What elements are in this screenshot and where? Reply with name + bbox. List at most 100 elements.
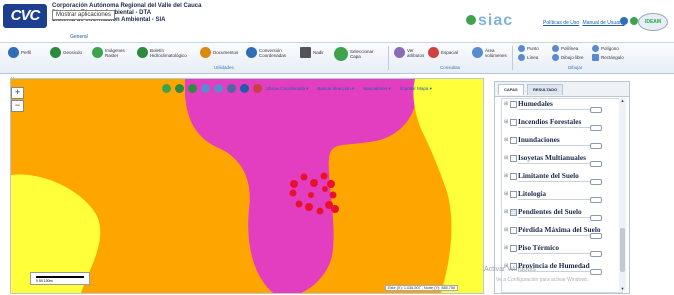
draw-rectangle-button[interactable]: Rectángulo [592, 54, 624, 61]
raster-button[interactable]: Imágenes Raster [92, 47, 125, 58]
draw-polygon-button[interactable]: Polígono [592, 45, 619, 52]
area-volume-button[interactable]: Área volúmenes [472, 47, 511, 58]
layer-checkbox[interactable] [510, 191, 517, 198]
documents-button[interactable]: Documentos [200, 47, 238, 58]
scroll-down-icon[interactable]: ▼ [619, 286, 626, 291]
tab-resultado[interactable]: RESULTADO [527, 84, 564, 95]
opacity-handle[interactable] [590, 197, 602, 203]
attributes-button[interactable]: Ver atributos [394, 47, 425, 58]
scale-bar-line [36, 276, 84, 278]
opacity-handle[interactable] [590, 233, 602, 239]
layer-checkbox[interactable] [510, 101, 517, 108]
ideam-logo[interactable]: IDEAM [638, 13, 668, 31]
expand-icon[interactable]: ⊞ [504, 119, 508, 125]
opacity-handle[interactable] [590, 143, 602, 149]
expand-icon[interactable]: ⊞ [504, 245, 508, 251]
layer-checkbox[interactable] [510, 137, 517, 144]
expand-icon[interactable]: ⊞ [504, 191, 508, 197]
layer-item[interactable]: ⊞ Incendios Forestales [504, 115, 614, 133]
layer-item[interactable]: ⊞ Humedales [504, 99, 614, 115]
profile-button[interactable]: Perfil [8, 47, 31, 58]
draw-polyline-button[interactable]: Polilínea [552, 45, 578, 52]
main-toolbar: Perfil Geosicdo Imágenes Raster Boletín … [0, 43, 674, 74]
opacity-handle[interactable] [590, 269, 602, 275]
expand-icon[interactable]: ⊞ [504, 209, 508, 215]
layer-item[interactable]: ⊞ Inundaciones [504, 133, 614, 151]
user-icon [8, 47, 19, 58]
layers-icon[interactable] [162, 84, 171, 93]
tab-capas[interactable]: CAPAS [498, 84, 524, 95]
coordinates-readout: Este (X): 1.036.507 , Norte (Y): 885.756 [385, 285, 459, 291]
map-viewport[interactable]: + − Ubicar Coordenada ▾ Buscar dirección… [10, 78, 484, 294]
draw-point-button[interactable]: Punto [518, 45, 539, 52]
layer-name: Litología [518, 189, 546, 198]
expand-icon[interactable]: ⊞ [504, 101, 508, 107]
layer-item[interactable]: ⊞ Isoyetas Multianuales [504, 151, 614, 169]
locate-coordinate-dropdown[interactable]: Ubicar Coordenada ▾ [266, 86, 309, 92]
search-address-dropdown[interactable]: Buscar dirección ▾ [318, 86, 355, 92]
expand-icon[interactable]: ⊞ [504, 173, 508, 179]
layer-checkbox[interactable] [510, 173, 517, 180]
layer-item[interactable]: ⊞ Piso Térmico [504, 241, 614, 259]
siac-logo[interactable]: siac [478, 12, 513, 30]
expand-icon[interactable]: ⊞ [504, 227, 508, 233]
nadir-button[interactable]: Nadir [300, 47, 324, 58]
group-label-dibujar: Dibujar [568, 65, 583, 70]
zoom-in-icon[interactable] [201, 84, 210, 93]
layer-checkbox[interactable] [510, 155, 517, 162]
zoom-out-button[interactable]: − [11, 100, 24, 112]
layer-item[interactable]: ⊞ Pendientes del Suelo [504, 205, 614, 223]
manual-link[interactable]: Manual de Usuario [583, 20, 625, 26]
layer-checkbox[interactable] [510, 227, 517, 234]
layer-checkbox[interactable] [510, 119, 517, 126]
globe-icon [50, 47, 61, 58]
layers-panel: CAPAS RESULTADO ⊞ Humedales ⊞ Incendios Fo… [494, 81, 630, 294]
info-icon[interactable] [240, 84, 249, 93]
toolbar-separator [388, 46, 389, 70]
opacity-handle[interactable] [590, 107, 602, 113]
convert-coordinates-button[interactable]: Conversión Coordenadas [246, 47, 289, 58]
opacity-handle[interactable] [590, 251, 602, 257]
scroll-up-icon[interactable]: ▲ [619, 98, 626, 103]
scale-bar-labels: 0 50 100m [36, 279, 53, 283]
layer-name: Pendientes del Suelo [518, 207, 582, 216]
tab-general[interactable]: General [70, 34, 88, 40]
bookmarks-dropdown[interactable]: Marcadores ▾ [363, 86, 390, 92]
spatial-query-button[interactable]: Espacial [428, 47, 458, 58]
layer-checkbox[interactable] [510, 209, 517, 216]
zoom-out-icon[interactable] [214, 84, 223, 93]
opacity-handle[interactable] [590, 179, 602, 185]
map-canvas [11, 79, 483, 293]
bulletin-button[interactable]: Boletín Hidroclimatológico [137, 47, 194, 58]
geosicdo-button[interactable]: Geosicdo [50, 47, 82, 58]
add-layer-button[interactable]: Seleccionar Capa [334, 47, 374, 61]
help-icon[interactable] [620, 17, 628, 25]
expand-icon[interactable]: ⊞ [504, 155, 508, 161]
select-icon [428, 47, 439, 58]
expand-icon[interactable]: ⊞ [504, 137, 508, 143]
policies-link[interactable]: Políticas de Uso [543, 20, 579, 26]
zoom-in-button[interactable]: + [11, 87, 24, 99]
header-links: Políticas de Uso Manual de Usuario [543, 20, 627, 26]
forward-icon[interactable] [188, 84, 197, 93]
back-icon[interactable] [175, 84, 184, 93]
globe-icon[interactable] [630, 17, 638, 25]
layer-list-scrollbar[interactable]: ▲ ▼ [619, 98, 626, 291]
layer-checkbox[interactable] [510, 245, 517, 252]
cvc-logo[interactable]: CVC [3, 4, 47, 28]
print-map-dropdown[interactable]: Imprimir Mapa ▾ [400, 86, 432, 92]
draw-line-button[interactable]: Línea [518, 54, 538, 61]
opacity-handle[interactable] [590, 125, 602, 131]
opacity-handle[interactable] [590, 161, 602, 167]
layer-item[interactable]: ⊞ Litología [504, 187, 614, 205]
draw-freehand-button[interactable]: Dibujo libre [552, 54, 584, 61]
clear-icon[interactable] [253, 84, 262, 93]
pan-icon[interactable] [227, 84, 236, 93]
scrollbar-thumb[interactable] [620, 228, 625, 272]
layer-item[interactable]: ⊞ Limitante del Suelo [504, 169, 614, 187]
polygon-icon [592, 45, 599, 52]
windows-activation-hint: Ve a Configuración para activar Windows. [496, 277, 589, 283]
layer-item[interactable]: ⊞ Pérdida Máxima del Suelo [504, 223, 614, 241]
apps-tooltip: Mostrar aplicaciones [52, 10, 116, 20]
opacity-handle[interactable] [590, 215, 602, 221]
